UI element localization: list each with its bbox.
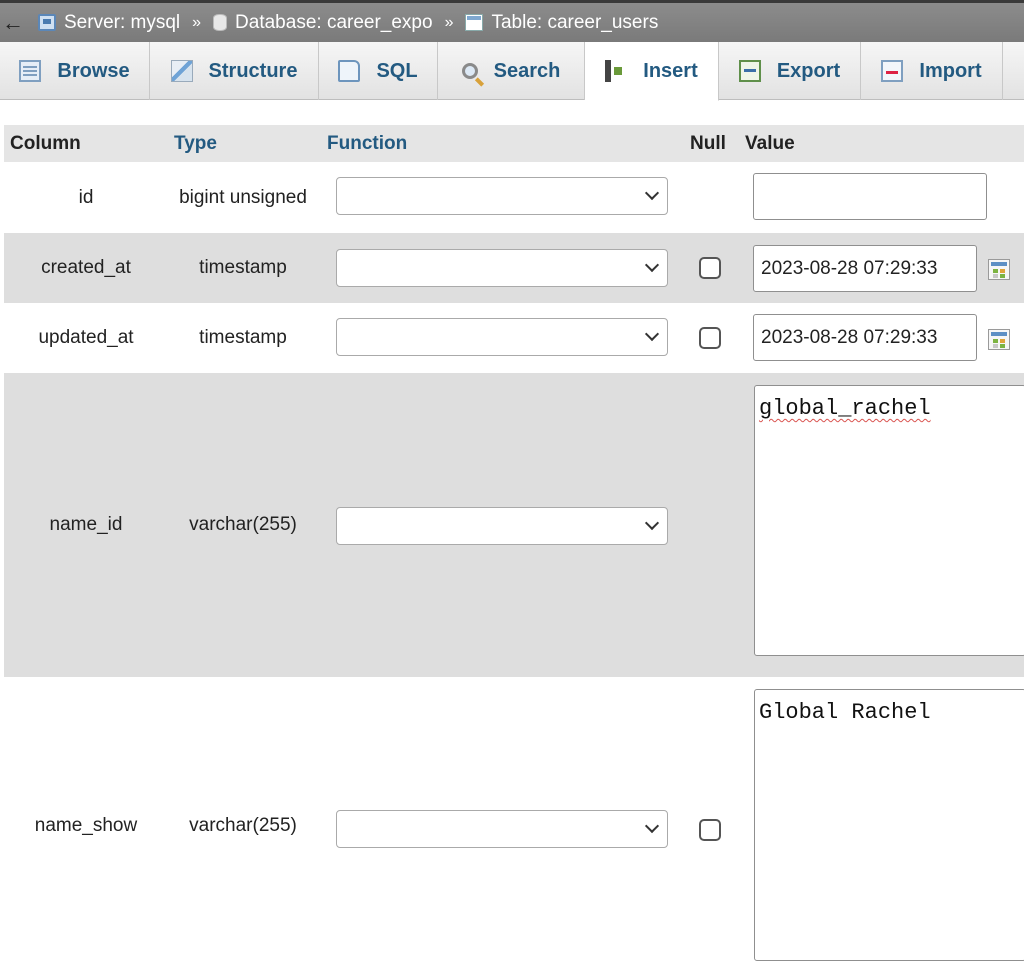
tab-browse-label[interactable]: Browse: [57, 60, 129, 83]
column-type: varchar(255): [189, 815, 297, 836]
insert-icon: [605, 60, 628, 82]
tab-import[interactable]: Import: [861, 42, 1003, 100]
table-row: updated_at timestamp 2023-08-28 07:29:33: [4, 303, 1024, 373]
back-arrow-icon[interactable]: ←: [0, 10, 38, 36]
chevron-down-icon: [644, 818, 660, 834]
header-function[interactable]: Function: [327, 133, 407, 155]
structure-icon: [170, 60, 193, 82]
column-type: varchar(255): [189, 514, 297, 535]
table-row: name_show varchar(255) Global Rachel: [4, 677, 1024, 975]
tab-sql-label[interactable]: SQL: [376, 60, 417, 83]
null-checkbox[interactable]: [699, 819, 721, 841]
breadcrumb-server-label[interactable]: Server: mysql: [64, 12, 180, 34]
breadcrumb-separator: »: [444, 13, 454, 31]
chevron-down-icon: [644, 515, 660, 531]
server-icon: [38, 14, 56, 31]
breadcrumb-database[interactable]: Database: career_expo: [213, 12, 433, 34]
column-name: name_show: [34, 815, 138, 836]
column-name: created_at: [41, 257, 131, 278]
table-row: created_at timestamp 2023-08-28 07:29:33: [4, 233, 1024, 303]
sql-icon: [338, 60, 361, 82]
column-name: id: [78, 186, 94, 208]
value-input[interactable]: [753, 173, 987, 220]
tab-bar: Browse Structure SQL Search Insert Expor…: [0, 42, 1024, 101]
calendar-icon[interactable]: [988, 259, 1010, 280]
header-type[interactable]: Type: [174, 133, 217, 155]
search-icon: [461, 63, 478, 79]
table-row: id bigint unsigned: [4, 162, 1024, 233]
tab-browse[interactable]: Browse: [0, 42, 150, 100]
value-textarea-text: global_rachel: [759, 396, 931, 421]
value-textarea[interactable]: global_rachel: [754, 385, 1024, 656]
column-name: updated_at: [38, 327, 134, 348]
chevron-down-icon: [644, 257, 660, 273]
breadcrumb-table-label[interactable]: Table: career_users: [491, 12, 658, 34]
breadcrumb-table[interactable]: Table: career_users: [465, 12, 658, 34]
value-input[interactable]: 2023-08-28 07:29:33: [753, 314, 977, 361]
calendar-icon[interactable]: [988, 329, 1010, 350]
header-column: Column: [10, 132, 81, 154]
export-icon: [738, 60, 761, 82]
function-select[interactable]: [336, 507, 668, 545]
tab-sql[interactable]: SQL: [319, 42, 438, 100]
tab-insert-label[interactable]: Insert: [643, 60, 697, 83]
tab-export[interactable]: Export: [719, 42, 861, 100]
value-input[interactable]: 2023-08-28 07:29:33: [753, 245, 977, 292]
tab-import-label[interactable]: Import: [919, 60, 981, 83]
database-icon: [213, 14, 228, 31]
column-name: name_id: [49, 514, 123, 535]
null-checkbox[interactable]: [699, 327, 721, 349]
function-select[interactable]: [336, 177, 668, 215]
import-icon: [881, 60, 904, 82]
tab-search[interactable]: Search: [438, 42, 585, 100]
tab-structure-label[interactable]: Structure: [209, 60, 298, 83]
column-type: timestamp: [199, 327, 287, 348]
breadcrumb-server[interactable]: Server: mysql: [38, 12, 180, 34]
header-value: Value: [745, 132, 795, 154]
null-checkbox[interactable]: [699, 257, 721, 279]
tab-structure[interactable]: Structure: [150, 42, 319, 100]
function-select[interactable]: [336, 810, 668, 848]
breadcrumb-bar: ← Server: mysql » Database: career_expo …: [0, 0, 1024, 42]
header-null: Null: [690, 132, 726, 154]
tab-insert[interactable]: Insert: [585, 42, 719, 101]
tab-search-label[interactable]: Search: [494, 60, 561, 83]
column-type: timestamp: [199, 257, 287, 278]
column-type: bigint unsigned: [179, 186, 307, 208]
browse-icon: [19, 60, 42, 82]
tab-more[interactable]: [1003, 42, 1024, 100]
insert-form: Column Type Function Null Value id bigin…: [4, 125, 1024, 961]
table-icon: [465, 14, 484, 31]
chevron-down-icon: [644, 326, 660, 342]
table-header: Column Type Function Null Value: [4, 125, 1024, 162]
breadcrumb-database-label[interactable]: Database: career_expo: [235, 12, 433, 34]
breadcrumb-separator: »: [192, 13, 202, 31]
value-textarea-text: Global Rachel: [759, 700, 931, 725]
table-row: name_id varchar(255) global_rachel: [4, 373, 1024, 677]
value-textarea[interactable]: Global Rachel: [754, 689, 1024, 961]
function-select[interactable]: [336, 249, 668, 287]
function-select[interactable]: [336, 318, 668, 356]
chevron-down-icon: [644, 185, 660, 201]
tab-export-label[interactable]: Export: [777, 60, 840, 83]
